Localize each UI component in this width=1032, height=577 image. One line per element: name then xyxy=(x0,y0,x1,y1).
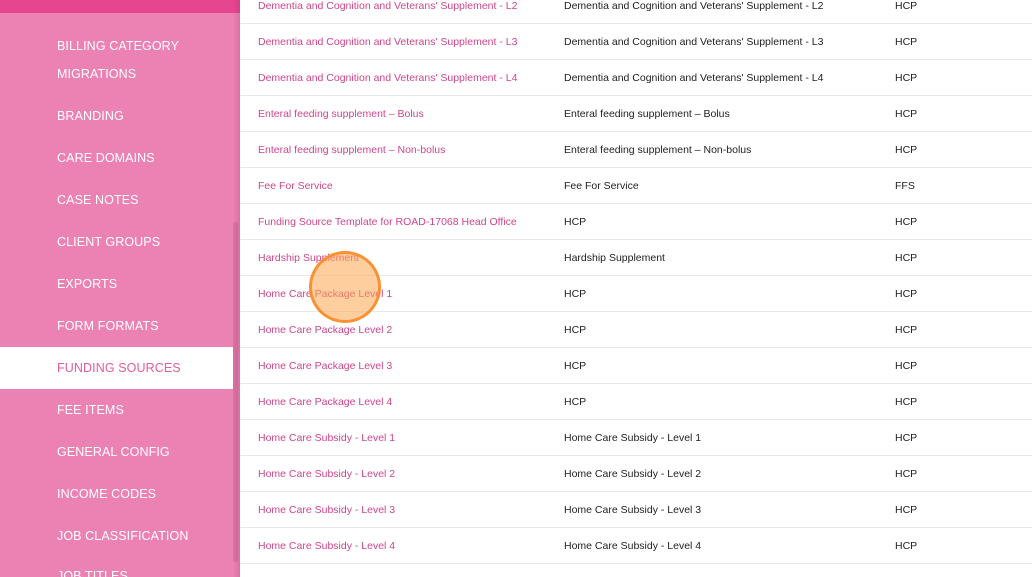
table-row[interactable]: Funding Source Template for ROAD-17068 H… xyxy=(240,204,1032,240)
table-row[interactable]: Home Care Subsidy - Level 3 Home Care Su… xyxy=(240,492,1032,528)
funding-source-type: HCP xyxy=(895,144,918,156)
sidebar-scrollbar-thumb[interactable] xyxy=(233,222,238,562)
funding-source-type: HCP xyxy=(895,324,918,336)
funding-source-name-link[interactable]: Dementia and Cognition and Veterans' Sup… xyxy=(258,24,517,60)
sidebar-item-branding[interactable]: BRANDING xyxy=(0,103,233,130)
table-row[interactable]: Enteral feeding supplement – Bolus Enter… xyxy=(240,96,1032,132)
funding-source-description: Home Care Subsidy - Level 3 xyxy=(564,504,702,516)
funding-source-type: HCP xyxy=(895,216,918,228)
funding-source-description: Hardship Supplement xyxy=(564,252,665,264)
funding-source-description: Dementia and Cognition and Veterans' Sup… xyxy=(564,0,824,12)
funding-source-type: FFS xyxy=(895,180,915,192)
funding-source-name-link[interactable]: Dementia and Cognition and Veterans' Sup… xyxy=(258,60,517,96)
table-row[interactable]: Dementia and Cognition and Veterans' Sup… xyxy=(240,0,1032,24)
sidebar-item-funding-sources[interactable]: FUNDING SOURCES xyxy=(0,347,233,389)
funding-source-name-link[interactable]: Funding Source Template for ROAD-17068 H… xyxy=(258,204,517,240)
sidebar-item-billing-category[interactable]: BILLING CATEGORY xyxy=(0,33,233,60)
funding-source-description: Home Care Subsidy - Level 4 xyxy=(564,540,702,552)
funding-source-name-link[interactable]: Home Care Package Level 1 xyxy=(258,276,392,312)
sidebar-top-bar xyxy=(0,0,240,13)
sidebar-item-general-config[interactable]: GENERAL CONFIG xyxy=(0,439,233,466)
funding-source-description: HCP xyxy=(564,288,587,300)
sidebar-item-form-formats[interactable]: FORM FORMATS xyxy=(0,313,233,340)
funding-sources-table: Dementia and Cognition and Veterans' Sup… xyxy=(240,0,1032,577)
funding-source-type: HCP xyxy=(895,504,918,516)
funding-source-description: Dementia and Cognition and Veterans' Sup… xyxy=(564,36,824,48)
table-row[interactable]: Home Care Subsidy - Level 2 Home Care Su… xyxy=(240,456,1032,492)
table-row[interactable]: Dementia and Cognition and Veterans' Sup… xyxy=(240,60,1032,96)
funding-source-type: HCP xyxy=(895,540,918,552)
funding-source-description: HCP xyxy=(564,396,587,408)
funding-source-name-link[interactable]: Home Care Subsidy - Level 1 xyxy=(258,420,395,456)
funding-source-name-link[interactable]: Home Care Subsidy - Level 3 xyxy=(258,492,395,528)
funding-source-description: HCP xyxy=(564,216,587,228)
funding-source-type: HCP xyxy=(895,36,918,48)
sidebar-item-migrations[interactable]: MIGRATIONS xyxy=(0,61,233,88)
funding-source-description: Enteral feeding supplement – Bolus xyxy=(564,108,730,120)
sidebar-item-exports[interactable]: EXPORTS xyxy=(0,271,233,298)
sidebar-item-client-groups[interactable]: CLIENT GROUPS xyxy=(0,229,233,256)
funding-source-name-link[interactable]: Home Care Subsidy - Level 4 xyxy=(258,528,395,564)
funding-source-description: Enteral feeding supplement – Non-bolus xyxy=(564,144,752,156)
sidebar-item-case-notes[interactable]: CASE NOTES xyxy=(0,187,233,214)
funding-source-name-link[interactable]: Fee For Service xyxy=(258,168,333,204)
funding-source-type: HCP xyxy=(895,252,918,264)
funding-source-description: HCP xyxy=(564,324,587,336)
sidebar-item-income-codes[interactable]: INCOME CODES xyxy=(0,481,233,508)
settings-sidebar: BILLING CATEGORY MIGRATIONS BRANDING CAR… xyxy=(0,0,240,577)
funding-source-type: HCP xyxy=(895,288,918,300)
funding-source-name-link[interactable]: Home Care Package Level 4 xyxy=(258,384,392,420)
table-row[interactable]: Home Care Package Level 4 HCP HCP xyxy=(240,384,1032,420)
funding-source-type: HCP xyxy=(895,360,918,372)
sidebar-item-care-domains[interactable]: CARE DOMAINS xyxy=(0,145,233,172)
funding-source-type: HCP xyxy=(895,468,918,480)
funding-source-name-link[interactable]: Home Care Subsidy - Level 2 xyxy=(258,456,395,492)
table-row[interactable]: Home Care Package Level 3 HCP HCP xyxy=(240,348,1032,384)
funding-sources-page: BILLING CATEGORY MIGRATIONS BRANDING CAR… xyxy=(0,0,1032,577)
funding-source-description: Fee For Service xyxy=(564,180,639,192)
sidebar-item-job-classification[interactable]: JOB CLASSIFICATION xyxy=(0,523,233,550)
funding-source-type: HCP xyxy=(895,396,918,408)
sidebar-item-job-titles[interactable]: JOB TITLES xyxy=(0,563,233,577)
table-row[interactable]: Home Care Package Level 2 HCP HCP xyxy=(240,312,1032,348)
funding-source-description: Dementia and Cognition and Veterans' Sup… xyxy=(564,72,824,84)
funding-source-description: Home Care Subsidy - Level 1 xyxy=(564,432,702,444)
table-row[interactable]: Home Care Package Level 1 HCP HCP xyxy=(240,276,1032,312)
table-row[interactable]: Fee For Service Fee For Service FFS xyxy=(240,168,1032,204)
funding-source-name-link[interactable]: Enteral feeding supplement – Non-bolus xyxy=(258,132,445,168)
table-row[interactable]: Hardship Supplement Hardship Supplement … xyxy=(240,240,1032,276)
funding-source-name-link[interactable]: Enteral feeding supplement – Bolus xyxy=(258,96,424,132)
funding-source-name-link[interactable]: Home Care Package Level 2 xyxy=(258,312,392,348)
table-row[interactable]: Home Care Subsidy - Level 1 Home Care Su… xyxy=(240,420,1032,456)
funding-source-type: HCP xyxy=(895,432,918,444)
table-row[interactable]: Home Care Subsidy - Level 4 Home Care Su… xyxy=(240,528,1032,564)
funding-source-type: HCP xyxy=(895,0,918,12)
sidebar-item-fee-items[interactable]: FEE ITEMS xyxy=(0,397,233,424)
table-row[interactable]: Dementia and Cognition and Veterans' Sup… xyxy=(240,24,1032,60)
table-row[interactable]: Enteral feeding supplement – Non-bolus E… xyxy=(240,132,1032,168)
funding-source-description: HCP xyxy=(564,360,587,372)
funding-source-name-link[interactable]: Hardship Supplement xyxy=(258,240,359,276)
funding-source-name-link[interactable]: Dementia and Cognition and Veterans' Sup… xyxy=(258,0,517,24)
funding-source-type: HCP xyxy=(895,72,918,84)
funding-source-description: Home Care Subsidy - Level 2 xyxy=(564,468,702,480)
funding-source-type: HCP xyxy=(895,108,918,120)
funding-source-name-link[interactable]: Home Care Package Level 3 xyxy=(258,348,392,384)
